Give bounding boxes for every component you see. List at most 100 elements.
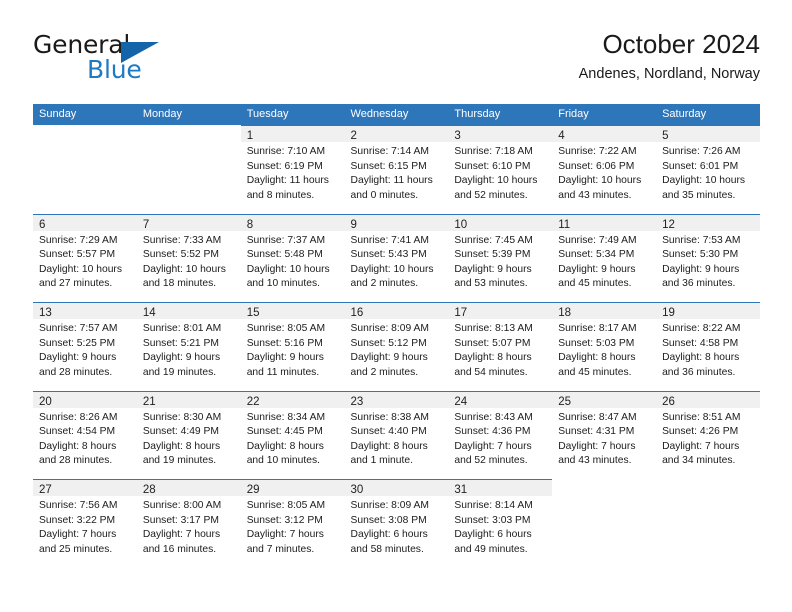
sunrise-line: Sunrise: 7:41 AM bbox=[350, 234, 429, 246]
calendar-day-cell[interactable]: 28 Sunrise: 8:00 AM Sunset: 3:17 PM Dayligh… bbox=[136, 479, 241, 568]
daylight-line: Daylight: 9 hours bbox=[350, 352, 428, 364]
day-number: 23 bbox=[350, 395, 364, 408]
calendar-day-cell[interactable]: 21 Sunrise: 8:30 AM Sunset: 4:49 PM Dayligh… bbox=[136, 390, 241, 480]
day-details: Sunrise: 8:17 AM Sunset: 5:03 PM Daylight:… bbox=[552, 319, 656, 380]
day-number: 20 bbox=[39, 395, 52, 408]
calendar-day-cell[interactable]: 20 Sunrise: 8:26 AM Sunset: 4:54 PM Dayligh… bbox=[33, 390, 137, 480]
sunset-line: Sunset: 4:26 PM bbox=[662, 426, 739, 438]
day-number-band: 31 bbox=[448, 479, 553, 496]
day-number: 12 bbox=[662, 218, 675, 231]
calendar-day-cell[interactable]: 22 Sunrise: 8:34 AM Sunset: 4:45 PM Dayligh… bbox=[240, 390, 345, 480]
sunrise-line: Sunrise: 8:47 AM bbox=[558, 411, 637, 423]
calendar-day-cell[interactable]: 4 Sunrise: 7:22 AM Sunset: 6:06 PM Daylight… bbox=[552, 125, 657, 214]
calendar-day-cell-empty bbox=[33, 125, 137, 214]
day-details: Sunrise: 7:37 AM Sunset: 5:48 PM Daylight:… bbox=[241, 231, 345, 292]
day-number: 5 bbox=[662, 130, 669, 142]
daylight-line-cont: and 25 minutes. bbox=[39, 543, 113, 555]
sunrise-line: Sunrise: 8:43 AM bbox=[454, 411, 533, 423]
daylight-line-cont: and 54 minutes. bbox=[454, 366, 528, 378]
sunset-line: Sunset: 5:52 PM bbox=[142, 249, 219, 261]
day-number: 4 bbox=[558, 130, 565, 142]
daylight-line: Daylight: 7 hours bbox=[142, 529, 221, 541]
day-number-band: 1 bbox=[240, 125, 345, 142]
sunrise-line: Sunrise: 7:14 AM bbox=[350, 146, 429, 157]
calendar-day-cell[interactable]: 6 Sunrise: 7:29 AM Sunset: 5:57 PM Daylight… bbox=[33, 213, 137, 303]
calendar-week-row: 27 Sunrise: 7:56 AM Sunset: 3:22 PM Dayligh… bbox=[33, 479, 760, 568]
daylight-line: Daylight: 10 hours bbox=[142, 263, 226, 275]
weekday-header-wednesday: Wednesday bbox=[350, 108, 409, 120]
calendar-day-cell[interactable]: 1 Sunrise: 7:10 AM Sunset: 6:19 PM Daylight… bbox=[240, 125, 345, 214]
calendar-day-cell[interactable]: 26 Sunrise: 8:51 AM Sunset: 4:26 PM Dayligh… bbox=[656, 390, 760, 480]
calendar-day-cell[interactable]: 5 Sunrise: 7:26 AM Sunset: 6:01 PM Daylight… bbox=[656, 125, 760, 214]
weekday-header-tuesday: Tuesday bbox=[246, 108, 289, 120]
day-number-band: 28 bbox=[136, 479, 241, 496]
daylight-line-cont: and 1 minute. bbox=[350, 455, 413, 467]
day-details: Sunrise: 8:51 AM Sunset: 4:26 PM Daylight:… bbox=[656, 408, 760, 469]
daylight-line-cont: and 16 minutes. bbox=[142, 543, 217, 555]
sunrise-line: Sunrise: 8:26 AM bbox=[39, 411, 118, 423]
daylight-line: Daylight: 9 hours bbox=[39, 352, 117, 364]
calendar-day-cell[interactable]: 14 Sunrise: 8:01 AM Sunset: 5:21 PM Dayligh… bbox=[136, 302, 241, 391]
calendar-day-cell[interactable]: 23 Sunrise: 8:38 AM Sunset: 4:40 PM Dayligh… bbox=[344, 390, 449, 480]
calendar-day-cell[interactable]: 7 Sunrise: 7:33 AM Sunset: 5:52 PM Daylight… bbox=[136, 213, 241, 303]
calendar-day-cell[interactable]: 13 Sunrise: 7:57 AM Sunset: 5:25 PM Dayligh… bbox=[33, 302, 137, 391]
sunset-line: Sunset: 5:16 PM bbox=[246, 337, 323, 349]
day-number-band: 12 bbox=[656, 213, 760, 231]
calendar-day-cell[interactable]: 16 Sunrise: 8:09 AM Sunset: 5:12 PM Dayligh… bbox=[344, 302, 449, 391]
day-number-band: 30 bbox=[344, 479, 449, 496]
calendar-day-cell[interactable]: 9 Sunrise: 7:41 AM Sunset: 5:43 PM Daylight… bbox=[344, 213, 449, 303]
calendar-day-cell[interactable]: 25 Sunrise: 8:47 AM Sunset: 4:31 PM Dayligh… bbox=[552, 390, 657, 480]
calendar-day-cell[interactable]: 30 Sunrise: 8:09 AM Sunset: 3:08 PM Dayligh… bbox=[344, 479, 449, 568]
calendar-day-cell[interactable]: 3 Sunrise: 7:18 AM Sunset: 6:10 PM Daylight… bbox=[448, 125, 553, 214]
day-details: Sunrise: 8:47 AM Sunset: 4:31 PM Daylight:… bbox=[552, 408, 656, 469]
calendar-day-cell[interactable]: 8 Sunrise: 7:37 AM Sunset: 5:48 PM Daylight… bbox=[240, 213, 345, 303]
day-number: 27 bbox=[39, 484, 52, 496]
calendar-day-cell[interactable]: 2 Sunrise: 7:14 AM Sunset: 6:15 PM Daylight… bbox=[344, 125, 449, 214]
daylight-line: Daylight: 11 hours bbox=[246, 175, 329, 187]
day-number-band: 16 bbox=[344, 302, 449, 319]
calendar-day-cell[interactable]: 29 Sunrise: 8:05 AM Sunset: 3:12 PM Dayligh… bbox=[240, 479, 345, 568]
daylight-line: Daylight: 7 hours bbox=[662, 440, 740, 452]
calendar-day-cell[interactable]: 11 Sunrise: 7:49 AM Sunset: 5:34 PM Dayligh… bbox=[552, 213, 657, 303]
day-details: Sunrise: 7:45 AM Sunset: 5:39 PM Daylight:… bbox=[448, 231, 552, 292]
sunset-line: Sunset: 3:12 PM bbox=[246, 514, 323, 526]
day-number-band: 22 bbox=[240, 390, 345, 408]
daylight-line: Daylight: 7 hours bbox=[39, 529, 117, 541]
weekday-header-monday: Monday bbox=[142, 108, 182, 120]
calendar-day-cell-empty bbox=[552, 479, 656, 568]
sunset-line: Sunset: 4:58 PM bbox=[662, 337, 739, 349]
calendar-day-cell[interactable]: 17 Sunrise: 8:13 AM Sunset: 5:07 PM Dayligh… bbox=[448, 302, 553, 391]
calendar-day-cell-empty bbox=[137, 125, 241, 214]
page-subtitle: Andenes, Nordland, Norway bbox=[578, 66, 760, 82]
sunset-line: Sunset: 5:30 PM bbox=[662, 249, 739, 261]
daylight-line: Daylight: 10 hours bbox=[558, 175, 642, 187]
sunset-line: Sunset: 5:43 PM bbox=[350, 249, 427, 261]
day-details: Sunrise: 8:43 AM Sunset: 4:36 PM Daylight:… bbox=[448, 408, 552, 469]
calendar-day-cell[interactable]: 10 Sunrise: 7:45 AM Sunset: 5:39 PM Dayligh… bbox=[448, 213, 553, 303]
sunset-line: Sunset: 5:34 PM bbox=[558, 249, 635, 261]
daylight-line-cont: and 52 minutes. bbox=[454, 455, 528, 467]
calendar-day-cell[interactable]: 24 Sunrise: 8:43 AM Sunset: 4:36 PM Dayligh… bbox=[448, 390, 553, 480]
calendar-day-cell[interactable]: 15 Sunrise: 8:05 AM Sunset: 5:16 PM Dayligh… bbox=[240, 302, 345, 391]
calendar-day-cell[interactable]: 27 Sunrise: 7:56 AM Sunset: 3:22 PM Dayligh… bbox=[33, 479, 137, 568]
sunset-line: Sunset: 4:31 PM bbox=[558, 426, 635, 438]
day-details: Sunrise: 8:09 AM Sunset: 3:08 PM Daylight:… bbox=[345, 496, 449, 557]
day-number-band: 20 bbox=[33, 390, 137, 408]
daylight-line-cont: and 58 minutes. bbox=[350, 543, 424, 555]
sunrise-line: Sunrise: 7:57 AM bbox=[39, 323, 118, 334]
day-number: 18 bbox=[558, 307, 572, 319]
daylight-line-cont: and 49 minutes. bbox=[454, 543, 528, 555]
daylight-line: Daylight: 8 hours bbox=[350, 440, 428, 452]
weekday-header-saturday: Saturday bbox=[662, 108, 707, 120]
sunrise-line: Sunrise: 8:30 AM bbox=[142, 411, 222, 423]
day-number-band: 2 bbox=[344, 125, 449, 142]
calendar-day-cell[interactable]: 18 Sunrise: 8:17 AM Sunset: 5:03 PM Dayligh… bbox=[552, 302, 657, 391]
day-details: Sunrise: 8:05 AM Sunset: 5:16 PM Daylight:… bbox=[241, 319, 345, 380]
general-blue-logo[interactable]: General Blue bbox=[33, 30, 263, 88]
sunrise-line: Sunrise: 8:34 AM bbox=[246, 411, 326, 423]
calendar-day-cell[interactable]: 31 Sunrise: 8:14 AM Sunset: 3:03 PM Dayligh… bbox=[448, 479, 553, 568]
day-details: Sunrise: 7:14 AM Sunset: 6:15 PM Daylight:… bbox=[345, 142, 449, 203]
calendar-day-cell[interactable]: 12 Sunrise: 7:53 AM Sunset: 5:30 PM Dayligh… bbox=[656, 213, 760, 303]
day-details: Sunrise: 8:09 AM Sunset: 5:12 PM Daylight:… bbox=[345, 319, 449, 380]
calendar-day-cell[interactable]: 19 Sunrise: 8:22 AM Sunset: 4:58 PM Dayligh… bbox=[656, 302, 760, 391]
